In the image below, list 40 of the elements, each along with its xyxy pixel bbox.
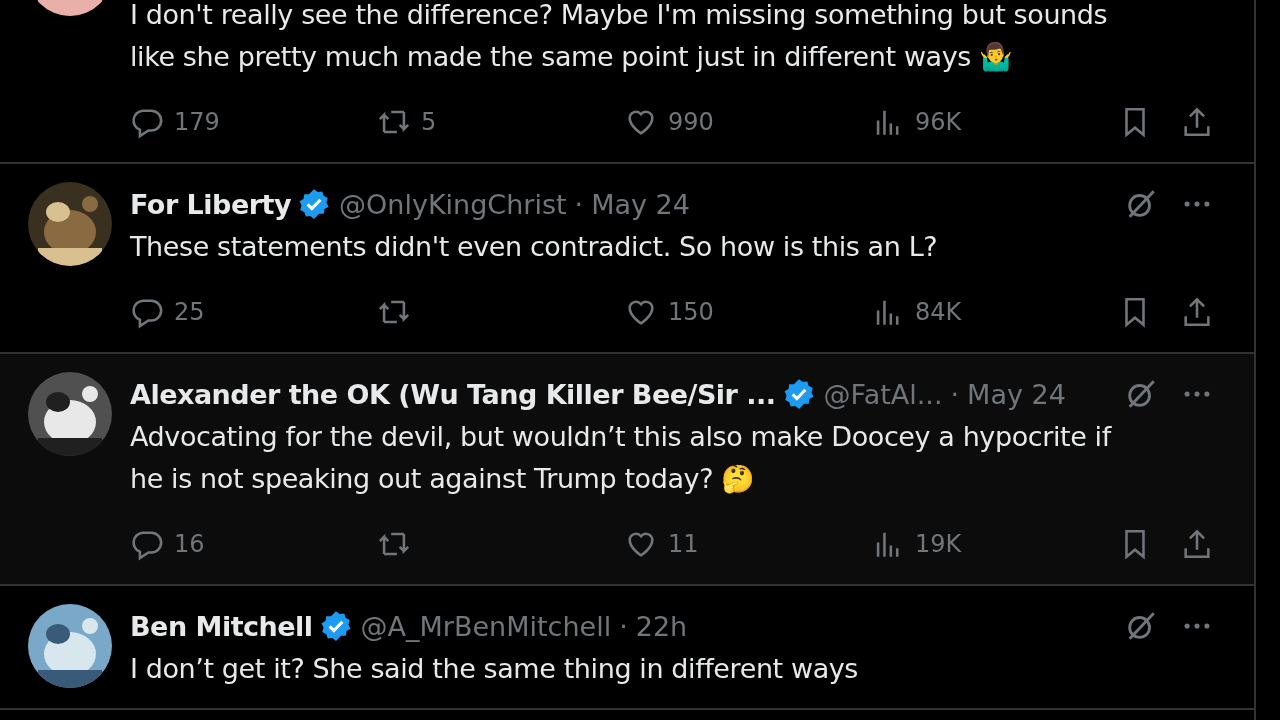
separator: ·	[950, 378, 960, 410]
author-handle[interactable]: @OnlyKingChrist	[339, 188, 567, 220]
count: 150	[668, 298, 714, 326]
count: 990	[668, 108, 714, 136]
count: 19K	[915, 530, 962, 558]
separator: ·	[574, 188, 584, 220]
author-name[interactable]: For Liberty	[130, 188, 292, 220]
reply-button[interactable]: 16	[130, 527, 377, 561]
count: 96K	[915, 108, 962, 136]
count: 179	[174, 108, 220, 136]
count: 25	[174, 298, 205, 326]
views-button[interactable]: 84K	[871, 295, 1118, 329]
views-button[interactable]: 19K	[871, 527, 1118, 561]
post-text: These statements didn't even contradict. So how is this an L?	[130, 230, 939, 264]
author-name[interactable]: Alexander the OK (Wu Tang Killer Bee/Sir ...	[130, 378, 776, 410]
post-text: I don’t get it? She said the same thing in different ways	[130, 652, 860, 686]
post-card[interactable]: Alexander the OK (Wu Tang Killer Bee/Sir ... @FatAl... · May 24 Advocating for the devil, but wouldn’t this also make Doocey a hypocrite if he is not speaking out against Trump today? 🤔 16 11 19K	[0, 354, 1254, 586]
like-button[interactable]: 990	[624, 105, 871, 139]
post-text: Advocating for the devil, but wouldn’t this also make Doocey a hypocrite if	[130, 420, 1113, 454]
post-card[interactable]: I don't really see the difference? Maybe I'm missing something but sounds like she pretty much made the same point just in different ways 🤷‍♂ 179 5 990 96K	[0, 0, 1254, 164]
reply-button[interactable]: 25	[130, 295, 377, 329]
count: 11	[668, 530, 699, 558]
separator: ·	[619, 610, 628, 642]
reply-button[interactable]: 179	[130, 105, 377, 139]
post-date[interactable]: May 24	[591, 188, 690, 220]
post-date[interactable]: 22h	[635, 610, 688, 642]
like-button[interactable]: 11	[624, 527, 871, 561]
count: 84K	[915, 298, 962, 326]
author-handle[interactable]: @FatAl...	[823, 378, 943, 410]
post-text: like she pretty much made the same point just in different ways 🤷‍♂	[130, 40, 1014, 74]
author-handle[interactable]: @A_MrBenMitchell	[360, 610, 612, 642]
count: 5	[421, 108, 437, 136]
repost-button[interactable]: 5	[377, 105, 624, 139]
like-button[interactable]: 150	[624, 295, 871, 329]
count: 16	[174, 530, 205, 558]
author-name[interactable]: Ben Mitchell	[130, 610, 313, 642]
post-date[interactable]: May 24	[967, 378, 1066, 410]
post-text: I don't really see the difference? Maybe I'm missing something but sounds	[130, 0, 1109, 32]
views-button[interactable]: 96K	[871, 105, 1118, 139]
post-text: he is not speaking out against Trump today? 🤔	[130, 462, 756, 496]
